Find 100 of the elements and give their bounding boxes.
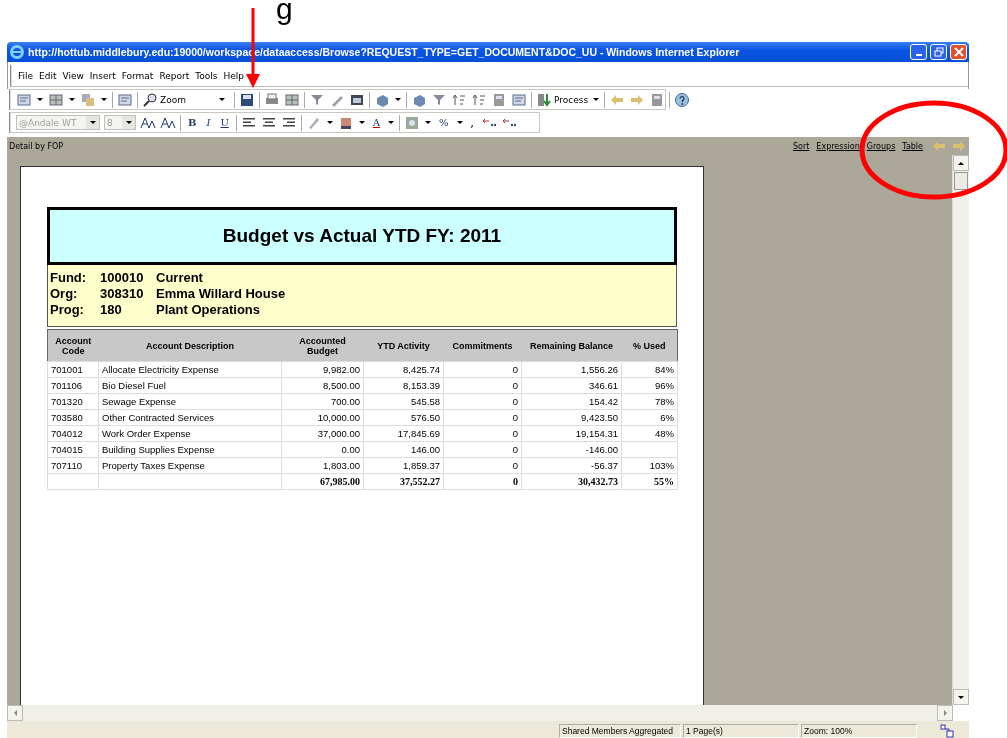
caret-icon[interactable] [455,119,464,126]
info-code: 180 [100,302,123,317]
info-name: Plant Operations [156,302,262,317]
table-cell: 84% [621,361,678,378]
table-cell: 1,803.00 [281,457,364,474]
caret-icon[interactable] [36,96,44,103]
page-icon[interactable] [117,91,133,108]
restore-icon [933,47,944,57]
table-cell: Other Contracted Services [98,409,282,426]
table-cell: 8,153.39 [363,377,444,394]
browser-logo-icon[interactable] [9,44,25,60]
table-cell: Sewage Expense [98,393,282,410]
vertical-scrollbar[interactable] [952,155,969,705]
scroll-up-icon[interactable] [957,159,965,167]
caret-icon[interactable] [325,119,334,126]
table-cell: 701320 [47,393,99,410]
table-cell: 704012 [47,425,99,442]
restore-button[interactable] [930,44,947,60]
table-cell: 37,552.27 [363,473,444,490]
table-cell: 10,000.00 [281,409,364,426]
close-button[interactable] [950,44,967,60]
column-header: Commitments [443,329,522,362]
table-cell: 146.00 [363,441,444,458]
header-link[interactable]: Groups [866,141,896,151]
table-cell: -56.37 [521,457,622,474]
table-cell: 703580 [47,409,99,426]
header-link[interactable]: Table [902,141,923,151]
column-header: Account Description [98,329,282,362]
caret-icon[interactable] [357,119,366,126]
table-cell: 701106 [47,377,99,394]
table-cell: 17,845.69 [363,425,444,442]
caret-icon[interactable] [217,96,226,103]
caret-icon[interactable] [68,96,76,103]
zoom-button[interactable]: Zoom [142,91,214,108]
caret-icon[interactable] [592,96,601,103]
underline-button[interactable]: U [217,117,232,128]
header-link[interactable]: Expression [816,141,860,151]
magnifier-icon[interactable] [142,91,158,108]
font-color-button[interactable]: A [369,117,384,128]
help-icon[interactable] [674,91,691,108]
info-code: 100010 [100,270,145,285]
panel-title: Detail by FOP [9,141,65,151]
table-cell: 1,556.26 [521,361,622,378]
info-name: Emma Willard House [156,286,287,301]
menu-item[interactable]: Edit [39,70,57,81]
table-cell: 700.00 [281,393,364,410]
bold-button[interactable]: B [185,117,200,128]
table-cell: 55% [621,473,678,490]
menu-item[interactable]: Insert [89,70,116,81]
table-cell: 9,423.50 [521,409,622,426]
table-cell: 0.00 [281,441,364,458]
table-cell: 19,154.31 [521,425,622,442]
horizontal-scrollbar[interactable] [7,705,953,721]
page-icon[interactable] [510,91,527,108]
status-field: Zoom: 100% [801,723,917,738]
scroll-thumb[interactable] [954,172,968,190]
layout-icon[interactable] [48,91,64,108]
status-field: 1 Page(s) [683,723,799,738]
table-cell: 346.61 [521,377,622,394]
close-icon [953,47,964,57]
caret-icon[interactable] [100,96,108,103]
process-button[interactable]: Process [535,91,589,108]
save-icon[interactable] [238,91,255,108]
table-cell: 0 [443,441,522,458]
italic-button[interactable]: I [203,117,214,128]
menu-item[interactable]: View [62,70,84,81]
menu-item[interactable]: File [18,70,34,81]
menu-item[interactable]: Format [121,70,154,81]
info-label: Fund: [50,270,88,285]
table-cell: 0 [443,377,522,394]
menu-item[interactable]: Help [223,70,244,81]
table-cell: Allocate Electricity Expense [98,361,282,378]
info-label: Org: [50,286,79,301]
table-cell: 8,500.00 [281,377,364,394]
info-name: Current [156,270,204,285]
percent-button[interactable]: % [436,117,452,128]
table-cell: 96% [621,377,678,394]
column-header: YTD Activity [363,329,444,362]
table-cell: 78% [621,393,678,410]
menu-item[interactable]: Report [159,70,190,81]
table-cell: 701001 [47,361,99,378]
comma-button[interactable]: , [467,117,478,128]
table-cell: 8,425.74 [363,361,444,378]
minimize-button[interactable] [910,44,927,60]
resize-grip-icon[interactable] [939,722,955,738]
scroll-down-icon[interactable] [957,693,965,701]
table-cell: 1,859.37 [363,457,444,474]
scroll-right-icon[interactable] [941,709,949,717]
table-cell: 6% [621,409,678,426]
caret-icon[interactable] [424,119,433,126]
table-cell: 0 [443,425,522,442]
table-cell: 545.58 [363,393,444,410]
header-link[interactable]: Sort [792,141,810,151]
caret-icon[interactable] [387,119,396,126]
grid-icon[interactable] [283,91,300,108]
caret-icon[interactable] [393,96,402,103]
menu-item[interactable]: Tools [195,70,218,81]
table-cell: 576.50 [363,409,444,426]
table-cell: 103% [621,457,678,474]
process-icon[interactable] [535,91,552,108]
